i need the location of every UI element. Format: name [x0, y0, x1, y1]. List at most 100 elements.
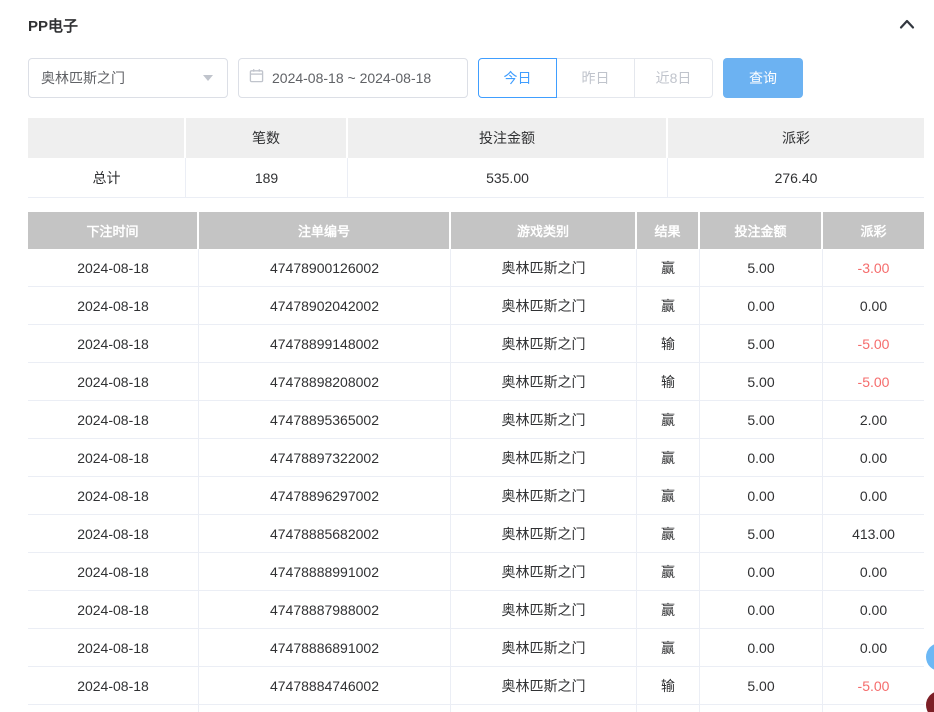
table-header-cell: 注单编号	[199, 212, 451, 249]
payout-cell: 0.00	[823, 553, 924, 591]
cell-order-number: 47478897322002	[199, 439, 451, 477]
cell-game-category: 奥林匹斯之门	[451, 287, 637, 325]
summary-header-cell: 笔数	[186, 118, 348, 158]
query-button[interactable]: 查询	[723, 58, 803, 98]
panel-title: PP电子	[28, 15, 78, 36]
payout-cell: -3.00	[823, 249, 924, 287]
cell-game-category: 奥林匹斯之门	[451, 363, 637, 401]
quick-button[interactable]: 近8日	[634, 58, 713, 98]
table-row: 2024-08-18 47478885682002 奥林匹斯之门 赢 5.00 …	[28, 515, 924, 553]
payout-cell: 413.00	[823, 515, 924, 553]
table-header-cell: 派彩	[823, 212, 924, 249]
table-row: 2024-08-18 47478895365002 奥林匹斯之门 赢 5.00 …	[28, 401, 924, 439]
cell-result: 赢	[637, 477, 700, 515]
summary-header-row: 笔数 投注金额 派彩	[28, 118, 924, 158]
table-header-cell: 投注金额	[700, 212, 823, 249]
cell-bet-amount: 0.00	[700, 591, 823, 629]
cell-game-category: 奥林匹斯之门	[451, 515, 637, 553]
cell-bet-amount: 5.00	[700, 325, 823, 363]
table-row: 2024-08-18 47478897322002 奥林匹斯之门 赢 0.00 …	[28, 439, 924, 477]
table-header-cell: 游戏类别	[451, 212, 637, 249]
cell-order-number: 47478887988002	[199, 591, 451, 629]
cell-game-category: 奥林匹斯之门	[451, 249, 637, 287]
cell-result: 赢	[637, 401, 700, 439]
date-range-input[interactable]: 2024-08-18 ~ 2024-08-18	[238, 58, 468, 98]
payout-cell: 0.00	[823, 287, 924, 325]
cell-bet-amount: 5.00	[700, 515, 823, 553]
cell-bet-time: 2024-08-18	[28, 249, 199, 287]
chevron-up-icon	[898, 17, 916, 34]
summary-header-cell: 派彩	[668, 118, 924, 158]
table-header-row: 下注时间 注单编号 游戏类别 结果 投注金额 派彩	[28, 212, 924, 249]
cell-game-category: 奥林匹斯之门	[451, 591, 637, 629]
cell-order-number: 47478886891002	[199, 629, 451, 667]
summary-header-cell	[28, 118, 186, 158]
cell-game-category: 奥林匹斯之门	[451, 439, 637, 477]
cell-game-category: 奥林匹斯之门	[451, 325, 637, 363]
cell-order-number: 47478884746002	[199, 667, 451, 705]
cell-order-number: 47478888991002	[199, 553, 451, 591]
table-header-cell: 结果	[637, 212, 700, 249]
cell-result: 输	[637, 363, 700, 401]
cell-bet-time: 2024-08-18	[28, 591, 199, 629]
cell-bet-amount: 5.00	[700, 363, 823, 401]
cell-bet-amount: 5.00	[700, 401, 823, 439]
cell-order-number: 47478896297002	[199, 477, 451, 515]
cell-bet-time: 2024-08-18	[28, 667, 199, 705]
summary-total-row: 总计 189 535.00 276.40	[28, 158, 924, 198]
cell-game-category: 奥林匹斯之门	[451, 401, 637, 439]
cell-order-number: 47478885682002	[199, 515, 451, 553]
cell-bet-amount: 5.00	[700, 249, 823, 287]
cell-order-number: 47478902042002	[199, 287, 451, 325]
pp-games-panel: PP电子 奥林匹斯之门 2024-08-18 ~ 2024-08-18 今日 昨…	[0, 0, 934, 712]
payout-cell: 0.00	[823, 591, 924, 629]
summary-table: 笔数 投注金额 派彩 总计 189 535.00 276.40	[28, 118, 924, 198]
cell-result: 赢	[637, 249, 700, 287]
cell-bet-time: 2024-08-18	[28, 629, 199, 667]
cell-game-category: 奥林匹斯之门	[451, 629, 637, 667]
panel-header: PP电子	[0, 0, 934, 36]
cell-result: 赢	[637, 439, 700, 477]
floating-action-button[interactable]	[926, 691, 934, 712]
summary-total-label: 总计	[28, 158, 186, 198]
quick-button[interactable]: 昨日	[556, 58, 635, 98]
cell-bet-amount: 5.00	[700, 667, 823, 705]
cell-bet-amount: 0.00	[700, 477, 823, 515]
cell-result: 赢	[637, 287, 700, 325]
cell-result: 赢	[637, 515, 700, 553]
game-select-value: 奥林匹斯之门	[41, 68, 125, 88]
table-row: 2024-08-18 47478902042002 奥林匹斯之门 赢 0.00 …	[28, 287, 924, 325]
cell-bet-time: 2024-08-18	[28, 515, 199, 553]
cell-bet-amount: 0.00	[700, 439, 823, 477]
table-row: 2024-08-18 47478898208002 奥林匹斯之门 输 5.00 …	[28, 363, 924, 401]
table-row: 2024-08-18 47478886891002 奥林匹斯之门 赢 0.00 …	[28, 629, 924, 667]
quick-button[interactable]: 今日	[478, 58, 557, 98]
cell-bet-time: 2024-08-18	[28, 439, 199, 477]
cell-bet-amount: 0.00	[700, 287, 823, 325]
table-row: 2024-08-18 47478888991002 奥林匹斯之门 赢 0.00 …	[28, 553, 924, 591]
cell-bet-time: 2024-08-18	[28, 553, 199, 591]
summary-count: 189	[186, 158, 348, 198]
collapse-button[interactable]	[894, 15, 920, 36]
floating-service-button[interactable]	[926, 643, 934, 671]
cell-bet-time: 2024-08-18	[28, 287, 199, 325]
summary-header-cell: 投注金额	[348, 118, 668, 158]
payout-cell: 0.00	[823, 477, 924, 515]
cell-order-number: 47478899148002	[199, 325, 451, 363]
cell-result: 赢	[637, 629, 700, 667]
payout-cell: -5.00	[823, 363, 924, 401]
payout-cell: -5.00	[823, 325, 924, 363]
calendar-icon	[249, 68, 264, 88]
payout-cell: 0.00	[823, 439, 924, 477]
cell-order-number: 47478900126002	[199, 249, 451, 287]
cell-game-category: 奥林匹斯之门	[451, 477, 637, 515]
table-row: 2024-08-18 47478899148002 奥林匹斯之门 输 5.00 …	[28, 325, 924, 363]
cell-game-category: 奥林匹斯之门	[451, 667, 637, 705]
cell-result: 赢	[637, 591, 700, 629]
game-select[interactable]: 奥林匹斯之门	[28, 58, 228, 98]
cell-bet-amount: 0.00	[700, 553, 823, 591]
cell-bet-time: 2024-08-18	[28, 401, 199, 439]
cell-bet-time: 2024-08-18	[28, 477, 199, 515]
date-range-value: 2024-08-18 ~ 2024-08-18	[272, 70, 431, 86]
caret-down-icon	[203, 75, 213, 81]
